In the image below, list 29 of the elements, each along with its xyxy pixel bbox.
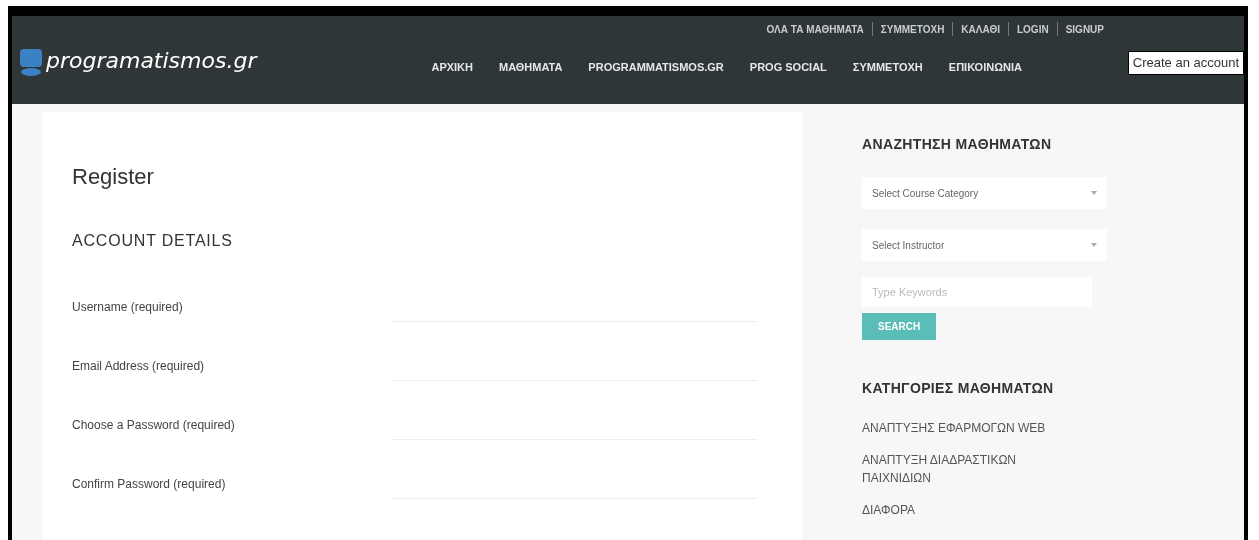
nav-link[interactable]: ΣΥΜΜΕΤΟΧΗ [852, 59, 923, 76]
nav-link[interactable]: PROGRAMMATISMOS.GR [588, 59, 724, 76]
caret-icon [1091, 243, 1097, 247]
caret-icon [1091, 191, 1097, 195]
tooltip: Create an account [1127, 51, 1244, 75]
category-link[interactable]: ΔΙΑΦΟΡΑ [862, 501, 1062, 519]
nav-link[interactable]: ΑΡΧΙΚΗ [431, 59, 473, 76]
sidebar-heading: ΚΑΤΗΓΟΡΙΕΣ ΜΑΘΗΜΑΤΩΝ [862, 379, 1055, 398]
category-link[interactable]: ΑΝΑΠΤΥΞΗ ΔΙΑΔΡΑΣΤΙΚΩΝ ΠΑΙΧΝΙΔΙΩΝ [862, 451, 1062, 487]
page-title: Register [72, 163, 155, 191]
top-link[interactable]: SIGNUP [1056, 22, 1104, 36]
top-link[interactable]: ΟΛΑ ΤΑ ΜΑΘΗΜΑΤΑ [766, 22, 864, 36]
nav-link[interactable]: ΜΑΘΗΜΑΤΑ [499, 59, 563, 76]
site-logo[interactable]: programatismos.gr [46, 44, 257, 77]
category-link[interactable]: ΑΝΑΠΤΥΞΗΣ ΕΦΑΡΜΟΓΩΝ WEB [862, 419, 1062, 437]
keywords-field[interactable]: Type Keywords [862, 277, 1092, 307]
section-heading: ACCOUNT DETAILS [72, 231, 234, 251]
dropdown[interactable]: Select Course Category [862, 177, 1107, 209]
field-label: Confirm Password (required) [72, 475, 227, 493]
dropdown[interactable]: Select Instructor [862, 229, 1107, 261]
sidebar-heading: ΑΝΑΖΗΤΗΣΗ ΜΑΘΗΜΑΤΩΝ [862, 135, 1053, 154]
field-label: Choose a Password (required) [72, 416, 236, 434]
top-link[interactable]: ΚΑΛΑΘΙ [952, 22, 1000, 36]
field-label: Username (required) [72, 298, 184, 316]
top-link[interactable]: ΣΥΜΜΕΤΟΧΗ [871, 22, 945, 36]
nav-link[interactable]: PROG SOCIAL [749, 59, 827, 76]
nav-link[interactable]: ΕΠΙΚΟΙΝΩΝΙΑ [948, 59, 1022, 76]
field-label: Email Address (required) [72, 357, 206, 375]
top-link[interactable]: LOGIN [1008, 22, 1049, 36]
